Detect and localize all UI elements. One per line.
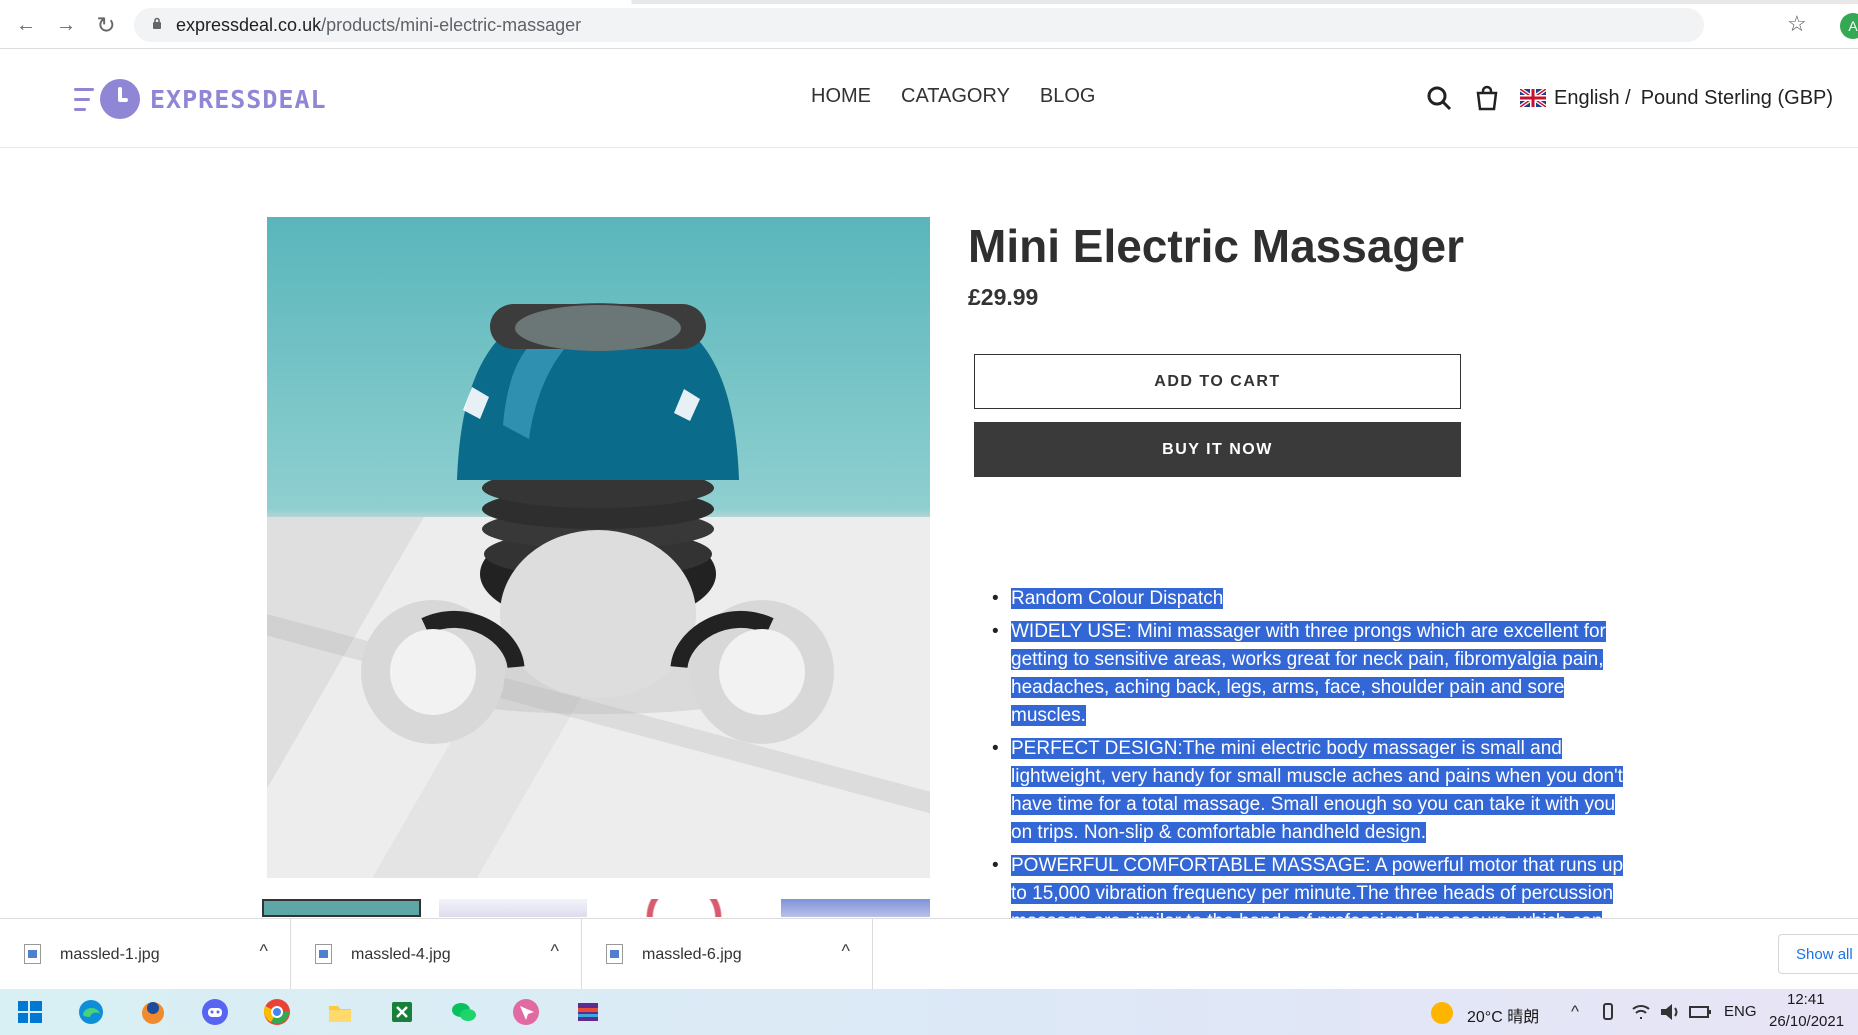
uk-flag-icon [1520, 89, 1546, 107]
chevron-up-icon[interactable]: ^ [551, 941, 559, 962]
download-filename: massled-1.jpg [60, 946, 160, 963]
description-text: WIDELY USE: Mini massager with three pro… [1011, 621, 1606, 726]
forward-icon[interactable]: → [53, 12, 79, 38]
nav-category[interactable]: CATAGORY [901, 85, 1010, 108]
download-shelf: massled-1.jpg ^ massled-4.jpg ^ massled-… [0, 918, 1858, 990]
hidden-icons-chevron[interactable]: ^ [1571, 1002, 1579, 1022]
weather-text[interactable]: 20°C 晴朗 [1467, 1003, 1539, 1027]
chrome-icon[interactable] [263, 998, 291, 1026]
navigation-app-icon[interactable] [512, 998, 540, 1026]
discord-icon[interactable] [201, 998, 229, 1026]
download-item[interactable]: massled-1.jpg ^ [0, 919, 291, 990]
lock-icon [153, 17, 161, 29]
thumbnail-3[interactable] [610, 899, 758, 917]
header-actions: English / Pound Sterling (GBP) [1424, 83, 1833, 113]
store-logo[interactable]: EXPRESSDEAL [74, 77, 327, 121]
product-description: Random Colour Dispatch WIDELY USE: Mini … [984, 585, 1624, 918]
url-path: /products/mini-electric-massager [321, 15, 582, 35]
wechat-icon[interactable] [450, 998, 478, 1026]
archive-app-icon[interactable] [574, 998, 602, 1026]
description-item: WIDELY USE: Mini massager with three pro… [984, 618, 1624, 730]
excel-icon[interactable] [388, 998, 416, 1026]
battery-icon[interactable] [1688, 998, 1712, 1026]
nav-blog[interactable]: BLOG [1040, 85, 1096, 108]
profile-avatar[interactable]: A [1840, 13, 1858, 39]
thumbnail-4[interactable] [781, 899, 930, 917]
description-text: POWERFUL COMFORTABLE MASSAGE: A powerful… [1011, 855, 1624, 918]
windows-start-icon[interactable] [16, 998, 44, 1026]
download-item[interactable]: massled-6.jpg ^ [582, 919, 873, 990]
product-title: Mini Electric Massager [968, 220, 1464, 272]
url-domain: expressdeal.co.uk [176, 15, 322, 35]
tab-strip [0, 0, 1858, 4]
description-item: POWERFUL COMFORTABLE MASSAGE: A powerful… [984, 852, 1624, 918]
logo-text: EXPRESSDEAL [150, 84, 327, 114]
massager-illustration [361, 303, 834, 744]
currency-selector[interactable]: Pound Sterling (GBP) [1641, 87, 1833, 110]
thumbnail-2[interactable] [439, 899, 587, 917]
image-file-icon [24, 944, 41, 964]
clock-icon [100, 79, 140, 119]
windows-taskbar: 20°C 晴朗 ^ ENG 12:41 26/10/2021 [0, 989, 1858, 1035]
search-icon[interactable] [1424, 83, 1454, 113]
description-item: PERFECT DESIGN:The mini electric body ma… [984, 735, 1624, 847]
browser-toolbar: ← → ↻ expressdeal.co.uk/products/mini-el… [0, 0, 1858, 49]
clock-date[interactable]: 26/10/2021 [1769, 1013, 1844, 1030]
bookmark-star-icon[interactable]: ☆ [1787, 11, 1807, 37]
speaker-icon[interactable] [1658, 998, 1682, 1026]
chevron-up-icon[interactable]: ^ [260, 941, 268, 962]
description-text: Random Colour Dispatch [1011, 588, 1224, 609]
url-text[interactable]: expressdeal.co.uk/products/mini-electric… [176, 15, 581, 36]
description-text: PERFECT DESIGN:The mini electric body ma… [1011, 738, 1623, 843]
store-header: EXPRESSDEAL HOME CATAGORY BLOG English /… [0, 49, 1858, 148]
product-image[interactable] [267, 217, 930, 878]
language-selector[interactable]: English / [1554, 87, 1631, 110]
game-app-icon[interactable] [139, 998, 167, 1026]
thumbnail-1[interactable] [262, 899, 421, 917]
add-to-cart-button[interactable]: ADD TO CART [974, 354, 1461, 409]
weather-sun-icon[interactable] [1428, 999, 1456, 1027]
product-price: £29.99 [968, 284, 1039, 310]
back-icon[interactable]: ← [13, 12, 39, 38]
wifi-icon[interactable] [1630, 998, 1652, 1026]
reload-icon[interactable]: ↻ [93, 12, 119, 38]
menu-lines-icon [74, 81, 96, 117]
download-filename: massled-6.jpg [642, 946, 742, 963]
chevron-up-icon[interactable]: ^ [842, 941, 850, 962]
description-item: Random Colour Dispatch [984, 585, 1624, 613]
shopping-bag-icon[interactable] [1472, 83, 1502, 113]
edge-browser-icon[interactable] [77, 998, 105, 1026]
usb-icon[interactable] [1599, 998, 1617, 1026]
download-filename: massled-4.jpg [351, 946, 451, 963]
buy-now-button[interactable]: BUY IT NOW [974, 422, 1461, 477]
image-file-icon [606, 944, 623, 964]
clock-time[interactable]: 12:41 [1787, 991, 1825, 1008]
input-language[interactable]: ENG [1724, 1003, 1757, 1020]
download-item[interactable]: massled-4.jpg ^ [291, 919, 582, 990]
image-file-icon [315, 944, 332, 964]
main-navigation: HOME CATAGORY BLOG [811, 85, 1095, 108]
show-all-downloads-button[interactable]: Show all [1778, 934, 1858, 974]
nav-home[interactable]: HOME [811, 85, 871, 108]
file-explorer-icon[interactable] [326, 998, 354, 1026]
